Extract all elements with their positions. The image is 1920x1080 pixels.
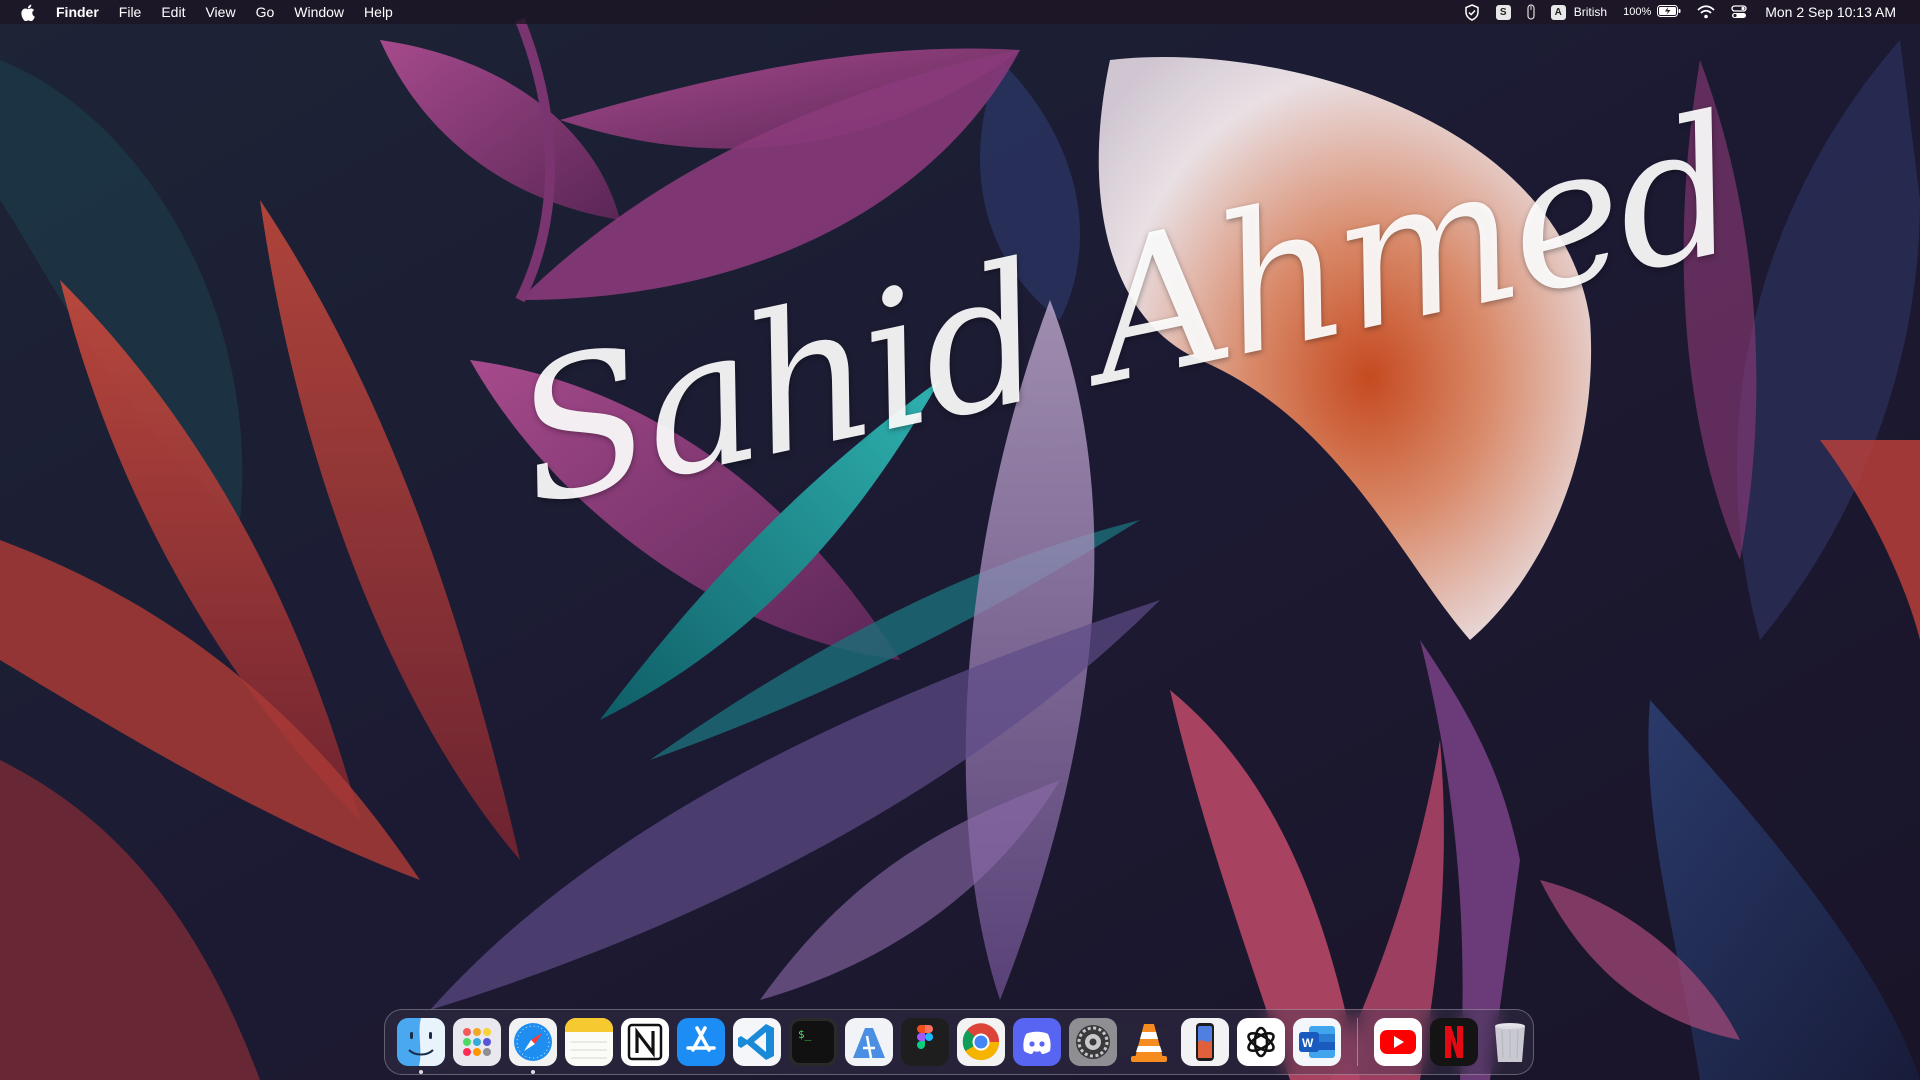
finder-running-indicator [419, 1070, 423, 1074]
apple-menu-icon[interactable] [16, 0, 38, 24]
figma-icon [901, 1018, 949, 1066]
menu-bar-clock[interactable]: Mon 2 Sep 10:13 AM [1755, 0, 1904, 24]
dock-item-netflix[interactable] [1430, 1018, 1478, 1066]
instruments-icon [845, 1018, 893, 1066]
terminal-icon: $_ [789, 1018, 837, 1066]
discord-icon [1013, 1018, 1061, 1066]
battery-status[interactable]: 100% [1615, 0, 1689, 24]
netflix-icon [1430, 1018, 1478, 1066]
dock-item-figma[interactable] [901, 1018, 949, 1066]
mouse-battery-icon[interactable] [1519, 0, 1543, 24]
vscode-icon [733, 1018, 781, 1066]
dock-item-trash[interactable] [1486, 1018, 1534, 1066]
menu-file[interactable]: File [109, 0, 152, 24]
dock-item-youtube[interactable] [1374, 1018, 1422, 1066]
input-source-letter: A [1550, 4, 1566, 20]
iphone-mirroring-icon [1181, 1018, 1229, 1066]
notes-icon [565, 1018, 613, 1066]
dock-separator [1357, 1018, 1358, 1066]
safari-running-indicator [531, 1070, 535, 1074]
dock-item-safari[interactable] [509, 1018, 557, 1074]
dock-item-chatgpt[interactable] [1237, 1018, 1285, 1066]
youtube-icon [1374, 1018, 1422, 1066]
wifi-icon[interactable] [1689, 0, 1723, 24]
svg-text:$_: $_ [798, 1028, 812, 1041]
dock-item-instruments[interactable] [845, 1018, 893, 1066]
menu-app-name[interactable]: Finder [52, 0, 109, 24]
menu-view[interactable]: View [195, 0, 245, 24]
desktop-wallpaper [0, 0, 1920, 1080]
input-source-menu[interactable]: A British [1543, 0, 1615, 24]
dock-item-notes[interactable] [565, 1018, 613, 1066]
app-store-icon [677, 1018, 725, 1066]
safari-icon [509, 1018, 557, 1066]
vlc-icon [1131, 1024, 1167, 1062]
dock-item-terminal[interactable]: $_ [789, 1018, 837, 1066]
chatgpt-icon [1237, 1018, 1285, 1066]
dock-item-app-store[interactable] [677, 1018, 725, 1066]
svg-text:W: W [1302, 1036, 1314, 1050]
chrome-icon [957, 1018, 1005, 1066]
dock-item-chrome[interactable] [957, 1018, 1005, 1066]
menu-bar: Finder File Edit View Go Window Help S A… [0, 0, 1920, 24]
finder-icon [397, 1018, 445, 1066]
dock-item-notion[interactable] [621, 1018, 669, 1066]
menu-bar-right: S A British 100% Mon 2 Sep 10:13 AM [1456, 0, 1920, 24]
dock-item-discord[interactable] [1013, 1018, 1061, 1066]
dock: $_ W [384, 1009, 1534, 1075]
dock-item-finder[interactable] [397, 1018, 445, 1074]
floral-wallpaper-art [0, 0, 1920, 1080]
control-center-icon[interactable] [1723, 0, 1755, 24]
notion-icon [621, 1018, 669, 1066]
menu-go[interactable]: Go [246, 0, 285, 24]
skype-letter: S [1495, 4, 1511, 20]
trash-icon [1495, 1023, 1525, 1062]
dock-item-launchpad[interactable] [453, 1018, 501, 1066]
menu-bar-left: Finder File Edit View Go Window Help [0, 0, 403, 24]
skype-status-icon[interactable]: S [1488, 0, 1519, 24]
battery-icon [1657, 4, 1681, 20]
menu-help[interactable]: Help [354, 0, 403, 24]
battery-percent: 100% [1623, 6, 1652, 18]
launchpad-icon [453, 1018, 501, 1066]
dock-item-iphone-mirroring[interactable] [1181, 1018, 1229, 1066]
dock-item-vscode[interactable] [733, 1018, 781, 1066]
menu-window[interactable]: Window [284, 0, 354, 24]
input-source-label: British [1573, 5, 1608, 19]
dock-item-system-settings[interactable] [1069, 1018, 1117, 1066]
dock-item-word[interactable]: W [1293, 1018, 1341, 1066]
shield-icon[interactable] [1456, 0, 1488, 24]
settings-icon [1069, 1018, 1117, 1066]
dock-item-vlc[interactable] [1125, 1018, 1173, 1066]
word-icon: W [1293, 1018, 1341, 1066]
menu-edit[interactable]: Edit [151, 0, 195, 24]
